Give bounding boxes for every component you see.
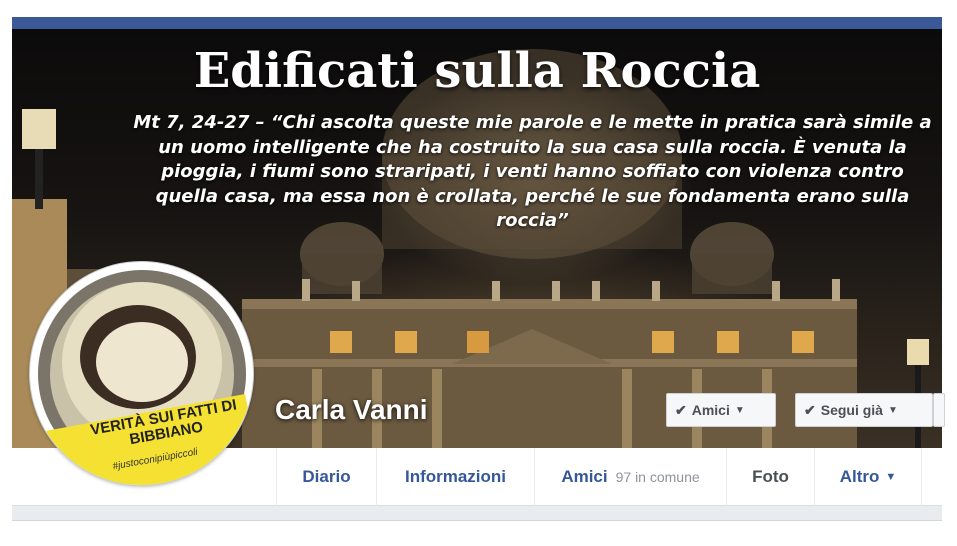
cover-title: Edificati sulla Roccia (193, 43, 761, 99)
tab-foto[interactable]: Foto (726, 448, 814, 506)
avatar-image (30, 270, 253, 485)
tab-amici[interactable]: Amici 97 in comune (534, 448, 726, 506)
profile-name[interactable]: Carla Vanni (275, 394, 428, 426)
check-icon: ✔ (675, 401, 687, 418)
tab-altro-label: Altro (839, 467, 880, 486)
cover-quote: Mt 7, 24-27 – “Chi ascolta queste mie pa… (133, 112, 932, 231)
follow-button[interactable]: ✔ Segui già ▼ (795, 393, 933, 427)
top-blue-bar (12, 17, 942, 29)
check-icon: ✔ (804, 401, 816, 418)
tab-amici-label: Amici (561, 467, 608, 486)
caret-down-icon: ▼ (734, 404, 745, 416)
caret-down-icon: ▼ (885, 471, 897, 483)
tab-diario[interactable]: Diario (276, 448, 376, 506)
caret-down-icon: ▼ (887, 404, 898, 416)
tab-altro[interactable]: Altro ▼ (814, 448, 922, 506)
tab-informazioni[interactable]: Informazioni (376, 448, 534, 506)
divider-line (12, 520, 942, 521)
profile-picture[interactable]: VERITÀ SUI FATTI DI BIBBIANO #justoconip… (29, 261, 254, 486)
tab-diario-label: Diario (302, 467, 351, 486)
mutual-friends-count: 97 in comune (615, 469, 700, 485)
more-actions-button[interactable] (933, 393, 945, 427)
tab-foto-label: Foto (752, 467, 789, 486)
friends-button-label: Amici (691, 402, 730, 418)
content-area-divider (12, 506, 942, 520)
profile-tabs: Diario Informazioni Amici 97 in comune F… (276, 448, 922, 506)
tab-informazioni-label: Informazioni (404, 467, 507, 486)
follow-button-label: Segui già (820, 402, 883, 418)
friends-button[interactable]: ✔ Amici ▼ (666, 393, 776, 427)
